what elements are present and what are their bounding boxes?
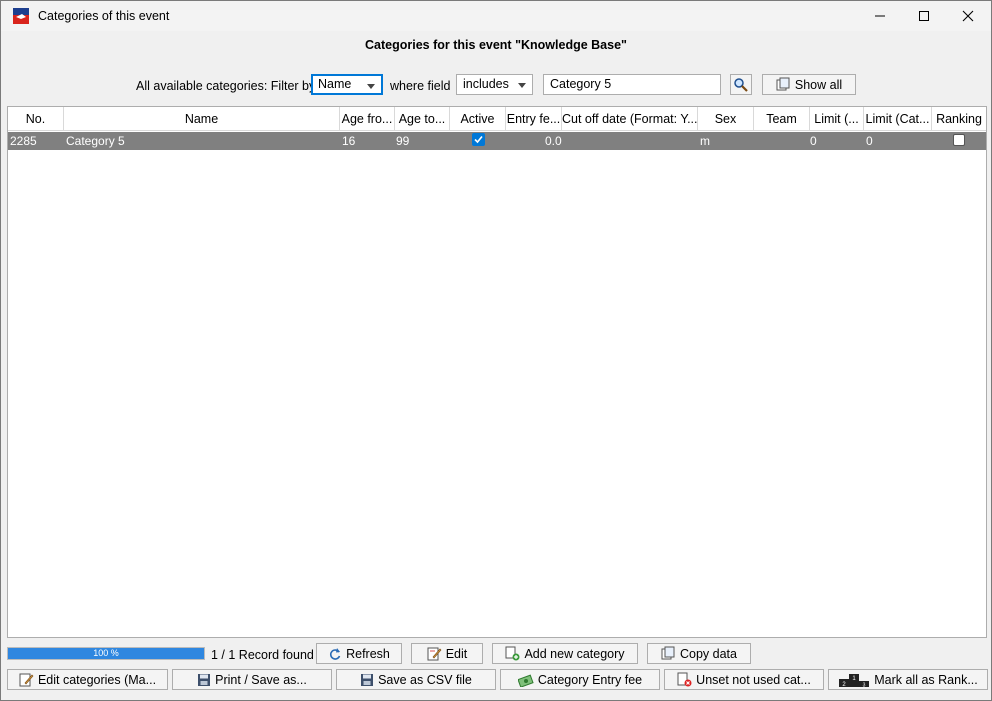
edit-icon — [427, 647, 442, 661]
filter-field-value: Name — [318, 77, 352, 91]
column-header-no[interactable]: No. — [8, 107, 64, 131]
show-all-button[interactable]: Show all — [762, 74, 856, 95]
copy-icon — [661, 646, 675, 660]
cell-sex: m — [700, 134, 710, 148]
chevron-down-icon — [518, 83, 526, 88]
close-icon — [962, 10, 974, 22]
page-heading: Categories for this event "Knowledge Bas… — [365, 38, 627, 52]
column-header-sex[interactable]: Sex — [698, 107, 754, 131]
edit-label: Edit — [445, 646, 468, 661]
unset-not-used-label: Unset not used cat... — [696, 672, 811, 687]
maximize-button[interactable] — [902, 1, 946, 31]
app-icon — [13, 8, 29, 24]
filter-field-select[interactable]: Name — [311, 74, 383, 95]
ranking-checkbox[interactable] — [953, 134, 965, 146]
edit-categories-label: Edit categories (Ma... — [37, 672, 157, 687]
cell-no: 2285 — [10, 134, 37, 148]
add-new-category-button[interactable]: Add new category — [492, 643, 638, 664]
add-document-icon — [505, 646, 520, 661]
save-csv-label: Save as CSV file — [378, 672, 472, 687]
table-row[interactable]: 2285 Category 5 16 99 0.0 m 0 0 — [8, 132, 986, 150]
mark-all-ranking-button[interactable]: 2 1 3 Mark all as Rank... — [828, 669, 988, 690]
edit-categories-button[interactable]: Edit categories (Ma... — [7, 669, 168, 690]
active-checkbox[interactable] — [472, 133, 485, 146]
cell-age-from: 16 — [342, 134, 356, 148]
progress-bar: 100 % — [7, 647, 205, 660]
title-bar: Categories of this event — [1, 1, 991, 31]
print-save-label: Print / Save as... — [215, 672, 307, 687]
column-header-name[interactable]: Name — [64, 107, 340, 131]
search-icon — [734, 77, 748, 92]
filter-operator-value: includes — [463, 77, 509, 91]
cell-limit-cat: 0 — [866, 134, 873, 148]
column-header-age-to[interactable]: Age to... — [395, 107, 450, 131]
filter-operator-select[interactable]: includes — [456, 74, 533, 95]
search-input-value: Category 5 — [550, 77, 612, 91]
column-header-cut-off-date[interactable]: Cut off date (Format: Y... — [562, 107, 698, 131]
column-header-age-from[interactable]: Age fro... — [340, 107, 395, 131]
save-csv-button[interactable]: Save as CSV file — [336, 669, 496, 690]
search-input[interactable]: Category 5 — [543, 74, 721, 95]
categories-window: Categories of this event Categories for … — [0, 0, 992, 701]
delete-document-icon — [677, 672, 692, 687]
progress-label: 100 % — [93, 648, 119, 658]
category-entry-fee-label: Category Entry fee — [537, 672, 643, 687]
categories-table[interactable]: No. Name Age fro... Age to... Active Ent… — [7, 106, 987, 638]
show-all-label: Show all — [794, 77, 843, 92]
podium-icon: 2 1 3 — [839, 673, 870, 687]
cell-entry-fee: 0.0 — [545, 134, 562, 148]
chevron-down-icon — [367, 84, 375, 89]
minimize-icon — [875, 15, 885, 17]
save-icon — [361, 673, 374, 686]
search-button[interactable] — [730, 74, 752, 95]
cell-age-to: 99 — [396, 134, 410, 148]
record-count: 1 / 1 Record found — [211, 648, 314, 662]
column-header-ranking[interactable]: Ranking — [932, 107, 986, 131]
svg-text:3: 3 — [863, 682, 866, 687]
checkmark-icon — [474, 135, 483, 144]
copy-icon — [776, 77, 790, 91]
column-header-team[interactable]: Team — [754, 107, 810, 131]
refresh-label: Refresh — [346, 646, 390, 661]
unset-not-used-button[interactable]: Unset not used cat... — [664, 669, 824, 690]
cell-name: Category 5 — [66, 134, 125, 148]
refresh-button[interactable]: Refresh — [316, 643, 402, 664]
print-save-button[interactable]: Print / Save as... — [172, 669, 332, 690]
cell-limit: 0 — [810, 134, 817, 148]
maximize-icon — [919, 11, 929, 21]
save-icon — [198, 673, 211, 686]
filter-label: All available categories: Filter by — [136, 79, 316, 93]
refresh-icon — [330, 647, 341, 660]
column-header-limit-cat[interactable]: Limit (Cat... — [864, 107, 932, 131]
where-field-label: where field — [390, 79, 451, 93]
copy-data-button[interactable]: Copy data — [647, 643, 751, 664]
category-entry-fee-button[interactable]: Category Entry fee — [500, 669, 660, 690]
money-icon — [517, 674, 534, 687]
column-header-entry-fee[interactable]: Entry fe... — [506, 107, 562, 131]
copy-data-label: Copy data — [680, 646, 737, 661]
edit-button[interactable]: Edit — [411, 643, 483, 664]
column-header-limit[interactable]: Limit (... — [810, 107, 864, 131]
edit-icon — [19, 673, 34, 687]
minimize-button[interactable] — [858, 1, 902, 31]
window-title: Categories of this event — [38, 9, 170, 23]
mark-all-ranking-label: Mark all as Rank... — [874, 672, 978, 687]
add-new-category-label: Add new category — [524, 646, 625, 661]
close-button[interactable] — [946, 1, 990, 31]
column-header-active[interactable]: Active — [450, 107, 506, 131]
